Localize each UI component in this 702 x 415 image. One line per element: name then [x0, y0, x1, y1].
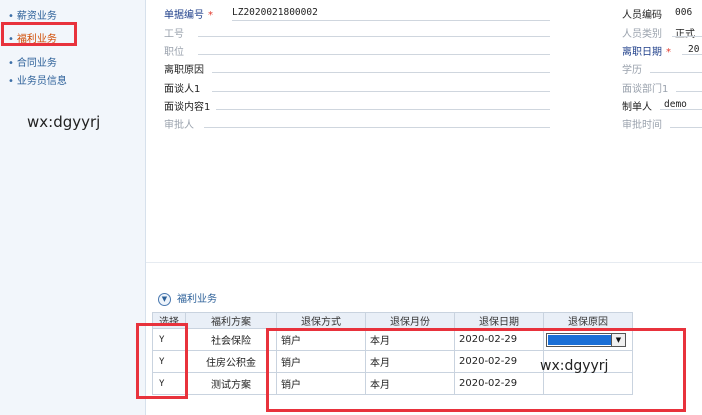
plan-cell: 测试方案 [185, 372, 277, 395]
table-row: Y 社会保险 销户 本月 2020-02-29 ▼ [152, 328, 633, 351]
interview-content-label: 面谈内容1 [164, 102, 211, 113]
job-no-field[interactable] [198, 36, 550, 37]
approver-label: 审批人 [164, 120, 194, 131]
col-header-reason[interactable]: 退保原因 [543, 312, 633, 329]
bullet-icon: • [8, 76, 14, 87]
plan-cell: 社会保险 [185, 328, 277, 351]
col-header-method[interactable]: 退保方式 [276, 312, 366, 329]
sidebar-item-salesperson[interactable]: • 业务员信息 [8, 72, 67, 87]
sidebar-item-label: 薪资业务 [16, 11, 57, 22]
select-cell[interactable]: Y [152, 372, 186, 395]
sidebar-item-label: 福利业务 [16, 34, 57, 45]
sidebar-item-welfare[interactable]: • 福利业务 [8, 30, 57, 45]
doc-no-value: LZ2020021800002 [232, 7, 318, 18]
month-cell[interactable]: 本月 [365, 372, 455, 395]
watermark-left: wx:dgyyrj [27, 113, 101, 131]
position-label: 职位 [164, 47, 184, 58]
bullet-icon: • [8, 11, 14, 22]
creator-field[interactable] [660, 109, 702, 110]
bullet-icon: • [8, 34, 14, 45]
date-cell[interactable]: 2020-02-29 [454, 372, 544, 395]
approve-time-label: 审批时间 [622, 120, 662, 131]
interview-content-field[interactable] [216, 109, 550, 110]
reason-cell[interactable] [543, 372, 633, 395]
method-cell[interactable]: 销户 [276, 372, 366, 395]
approve-time-field[interactable] [670, 127, 702, 128]
chevron-down-circle-icon[interactable]: ▼ [158, 292, 171, 306]
select-cell[interactable]: Y [152, 328, 186, 351]
required-star-icon: * [666, 47, 671, 58]
education-label: 学历 [622, 65, 642, 76]
emp-type-field[interactable] [672, 36, 702, 37]
emp-code-label: 人员编码 [622, 10, 662, 21]
sidebar-item-salary[interactable]: • 薪资业务 [8, 7, 57, 22]
section-divider [146, 262, 702, 263]
watermark-right: wx:dgyyrj [540, 358, 609, 374]
doc-no-field[interactable] [232, 20, 550, 21]
reason-select[interactable]: ▼ [546, 332, 626, 347]
date-cell[interactable]: 2020-02-29 [454, 350, 544, 373]
bullet-icon: • [8, 58, 14, 69]
welfare-section-header[interactable]: ▼ 福利业务 [158, 290, 217, 306]
month-cell[interactable]: 本月 [365, 328, 455, 351]
dropdown-arrow-icon[interactable]: ▼ [611, 333, 625, 346]
col-header-select[interactable]: 选择 [152, 312, 186, 329]
sidebar-item-contract[interactable]: • 合同业务 [8, 54, 57, 69]
method-cell[interactable]: 销户 [276, 350, 366, 373]
interviewer-label: 面谈人1 [164, 84, 201, 95]
col-header-month[interactable]: 退保月份 [365, 312, 455, 329]
doc-no-label: 单据编号 * [164, 10, 213, 21]
leave-date-label: 离职日期 * [622, 47, 671, 58]
date-cell[interactable]: 2020-02-29 [454, 328, 544, 351]
reason-cell[interactable]: ▼ [543, 328, 633, 351]
select-cell[interactable]: Y [152, 350, 186, 373]
form-area: 单据编号 * LZ2020021800002 工号 职位 离职原因 面谈人1 面谈… [146, 0, 702, 262]
emp-code-value: 006 [675, 7, 693, 18]
sidebar-item-label: 业务员信息 [16, 76, 67, 87]
reason-select-value [548, 334, 611, 345]
sidebar: • 薪资业务 • 福利业务 • 合同业务 • 业务员信息 [0, 0, 146, 415]
required-star-icon: * [208, 10, 213, 21]
interview-dept-label: 面谈部门1 [622, 84, 669, 95]
leave-reason-label: 离职原因 [164, 65, 204, 76]
table-header-row: 选择 福利方案 退保方式 退保月份 退保日期 退保原因 [152, 312, 633, 329]
col-header-date[interactable]: 退保日期 [454, 312, 544, 329]
creator-label: 制单人 [622, 102, 652, 113]
approver-field[interactable] [204, 127, 550, 128]
sidebar-item-label: 合同业务 [16, 58, 57, 69]
interview-dept-field[interactable] [676, 91, 702, 92]
method-cell[interactable]: 销户 [276, 328, 366, 351]
welfare-section-title: 福利业务 [177, 294, 217, 305]
emp-type-label: 人员类别 [622, 29, 662, 40]
table-row: Y 测试方案 销户 本月 2020-02-29 [152, 372, 633, 395]
emp-type-value: 正式 [675, 29, 695, 40]
col-header-plan[interactable]: 福利方案 [185, 312, 277, 329]
position-field[interactable] [198, 54, 550, 55]
leave-reason-field[interactable] [212, 72, 550, 73]
welfare-table: 选择 福利方案 退保方式 退保月份 退保日期 退保原因 Y 社会保险 销户 本月… [152, 312, 633, 395]
plan-cell: 住房公积金 [185, 350, 277, 373]
job-no-label: 工号 [164, 29, 184, 40]
education-field[interactable] [650, 72, 702, 73]
month-cell[interactable]: 本月 [365, 350, 455, 373]
interviewer-field[interactable] [212, 91, 550, 92]
leave-date-field[interactable] [682, 54, 702, 55]
